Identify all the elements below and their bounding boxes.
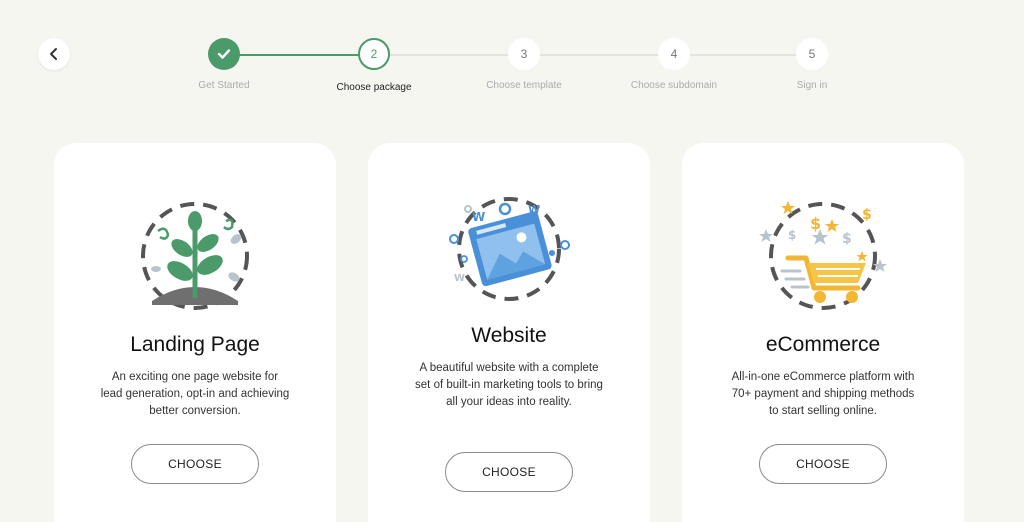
card-title: Landing Page (130, 333, 260, 356)
svg-text:$: $ (810, 214, 821, 233)
step-connector (374, 54, 812, 56)
step-1 (208, 38, 240, 70)
svg-text:W: W (454, 273, 465, 284)
step-3-label: Choose template (486, 80, 562, 91)
svg-text:$: $ (842, 231, 852, 247)
progress-stepper: Get Started 2 Choose package 3 Choose te… (0, 0, 1024, 110)
choose-landing-page-button[interactable]: CHOOSE (131, 444, 259, 484)
card-title: eCommerce (765, 333, 881, 356)
step-connector-done (224, 54, 374, 56)
choose-website-button[interactable]: CHOOSE (445, 452, 573, 492)
package-card-landing-page: Landing Page An exciting one page websit… (54, 143, 336, 522)
browser-window-icon: W W W (449, 197, 570, 301)
package-card-ecommerce: $ $ $ $ eCommerce All-in-one eCommerce p… (682, 143, 964, 522)
svg-text:W: W (472, 210, 485, 224)
svg-text:$: $ (788, 228, 796, 242)
choose-ecommerce-button[interactable]: CHOOSE (759, 444, 887, 484)
card-description: All-in-one eCommerce platform with 70+ p… (731, 371, 915, 417)
step-2: 2 (358, 38, 390, 70)
card-title: Website (471, 324, 547, 347)
package-card-website: W W W Website A beautiful website with a… (368, 143, 650, 522)
step-3: 3 (508, 38, 540, 70)
step-5-label: Sign in (796, 80, 828, 91)
svg-text:$: $ (862, 207, 872, 223)
checkmark-icon (217, 49, 231, 59)
svg-text:W: W (528, 203, 540, 216)
step-4-label: Choose subdomain (630, 80, 718, 91)
step-1-label: Get Started (198, 80, 250, 91)
shopping-cart-icon: $ $ $ $ (759, 201, 887, 310)
step-2-label: Choose package (336, 82, 412, 93)
card-description: A beautiful website with a complete set … (415, 362, 603, 408)
card-description: An exciting one page website for lead ge… (100, 371, 290, 417)
step-4: 4 (658, 38, 690, 70)
plant-icon (141, 202, 249, 310)
step-5: 5 (796, 38, 828, 70)
